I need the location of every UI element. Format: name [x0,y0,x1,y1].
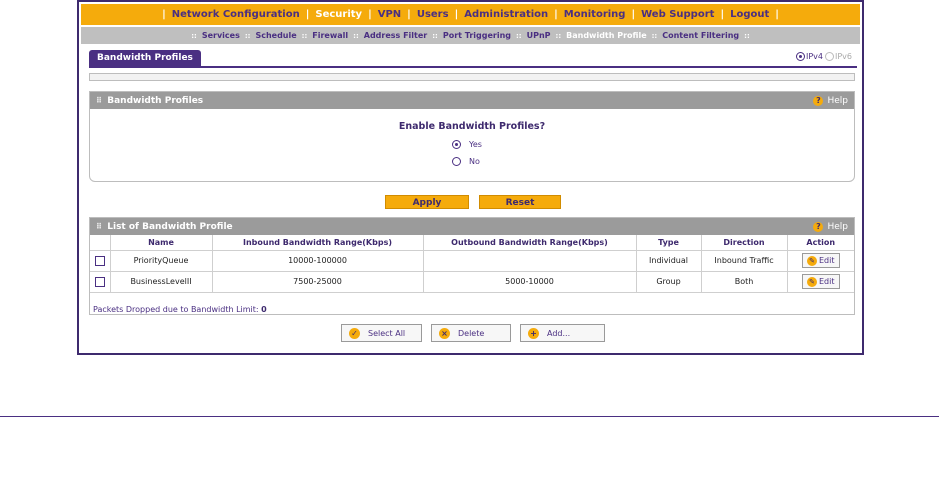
ipv6-option[interactable]: IPv6 [824,52,852,61]
packets-dropped-label: Packets Dropped due to Bandwidth Limit: [93,305,259,314]
check-icon: ✓ [349,327,360,339]
ipv4-option[interactable]: IPv4 [795,52,823,61]
subnav-port-triggering[interactable]: Port Triggering [443,31,511,40]
delete-label: Delete [458,328,485,338]
yes-radio[interactable] [452,140,461,149]
cell-inbound: 7500-25000 [212,271,424,293]
column-header-outbound: Outbound Bandwidth Range(Kbps) [423,235,637,251]
delete-button[interactable]: × Delete [431,324,511,342]
cell-type: Group [636,271,702,293]
no-label: No [469,157,480,166]
grip-icon: ⠿ [96,95,103,105]
cell-type: Individual [636,250,702,272]
row-checkbox[interactable] [94,255,105,266]
nav-vpn[interactable]: VPN [378,9,401,20]
cell-action: ✎ Edit [787,271,854,293]
ipv6-label: IPv6 [834,52,852,61]
table-row: PriorityQueue 10000-100000 Individual In… [90,250,854,272]
ip-version-selector: IPv4 IPv6 [795,52,852,61]
apply-button[interactable]: Apply [385,195,469,209]
no-radio[interactable] [452,157,461,166]
enable-options: Yes No [90,140,854,166]
select-all-label: Select All [368,328,406,338]
edit-button[interactable]: ✎ Edit [802,253,840,268]
subnav-upnp[interactable]: UPnP [527,31,551,40]
ipv4-label: IPv4 [805,52,823,61]
cell-direction: Both [701,271,788,293]
cell-name: BusinessLevelII [110,271,213,293]
column-header-action: Action [787,235,854,251]
add-button[interactable]: + Add... [520,324,605,342]
ipv4-radio[interactable] [795,52,805,61]
router-config-panel: | Network Configuration | Security | VPN… [77,0,864,355]
enable-question: Enable Bandwidth Profiles? [398,121,546,132]
select-column-header [90,235,111,251]
enable-yes-option[interactable]: Yes [452,140,492,149]
nav-monitoring[interactable]: Monitoring [564,9,626,20]
profile-table: Name Inbound Bandwidth Range(Kbps) Outbo… [90,235,854,293]
help-label: Help [827,95,848,106]
edit-label: Edit [819,256,835,265]
subnav-content-filtering[interactable]: Content Filtering [662,31,739,40]
cell-outbound: 5000-10000 [423,271,637,293]
table-header-row: Name Inbound Bandwidth Range(Kbps) Outbo… [90,235,854,251]
packets-dropped-info: Packets Dropped due to Bandwidth Limit: … [93,305,267,314]
nav-network-configuration[interactable]: Network Configuration [172,9,300,20]
help-icon: ? [813,221,824,232]
cell-name: PriorityQueue [110,250,213,272]
tab-bandwidth-profiles[interactable]: Bandwidth Profiles [89,50,201,67]
edit-icon: ✎ [807,255,817,266]
packets-dropped-value: 0 [261,305,267,314]
tab-underline [89,66,857,68]
section-title: Bandwidth Profiles [107,95,204,106]
subnav-address-filter[interactable]: Address Filter [364,31,427,40]
list-section-title: List of Bandwidth Profile [107,221,233,232]
column-header-type: Type [636,235,702,251]
subnav-services[interactable]: Services [202,31,240,40]
ipv6-radio[interactable] [824,52,834,61]
column-header-name: Name [110,235,213,251]
subnav-bandwidth-profile[interactable]: Bandwidth Profile [566,31,646,40]
empty-status-bar [89,73,855,81]
list-help-link[interactable]: ? Help [813,221,848,232]
subnav-schedule[interactable]: Schedule [255,31,296,40]
cell-outbound [423,250,637,272]
enable-no-option[interactable]: No [452,157,492,166]
delete-icon: × [439,327,450,339]
row-checkbox[interactable] [94,276,105,287]
help-icon: ? [813,95,824,106]
nav-administration[interactable]: Administration [464,9,548,20]
section-header: ⠿ Bandwidth Profiles ? Help [90,92,854,109]
row-select-cell [90,250,111,272]
add-label: Add... [547,328,571,338]
list-help-label: Help [827,221,848,232]
nav-users[interactable]: Users [417,9,449,20]
bandwidth-profiles-section: ⠿ Bandwidth Profiles ? Help Enable Bandwi… [89,91,855,182]
row-select-cell [90,271,111,293]
select-all-button[interactable]: ✓ Select All [341,324,422,342]
top-navigation: | Network Configuration | Security | VPN… [81,4,860,25]
cell-direction: Inbound Traffic [701,250,788,272]
cell-inbound: 10000-100000 [212,250,424,272]
yes-label: Yes [469,140,482,149]
grip-icon: ⠿ [96,221,103,231]
column-header-direction: Direction [701,235,788,251]
sub-navigation: :: Services :: Schedule :: Firewall :: A… [81,27,860,44]
column-header-inbound: Inbound Bandwidth Range(Kbps) [212,235,424,251]
help-link[interactable]: ? Help [813,95,848,106]
cell-action: ✎ Edit [787,250,854,272]
table-row: BusinessLevelII 7500-25000 5000-10000 Gr… [90,271,854,293]
list-section-header: ⠿ List of Bandwidth Profile ? Help [90,218,854,235]
bandwidth-profile-list-section: ⠿ List of Bandwidth Profile ? Help Name I… [89,217,855,315]
add-icon: + [528,327,539,339]
page-divider [0,416,939,417]
reset-button[interactable]: Reset [479,195,561,209]
edit-button[interactable]: ✎ Edit [802,274,840,289]
nav-security[interactable]: Security [315,9,362,20]
subnav-firewall[interactable]: Firewall [312,31,348,40]
edit-icon: ✎ [807,276,817,287]
nav-web-support[interactable]: Web Support [641,9,714,20]
nav-logout[interactable]: Logout [730,9,769,20]
edit-label: Edit [819,277,835,286]
